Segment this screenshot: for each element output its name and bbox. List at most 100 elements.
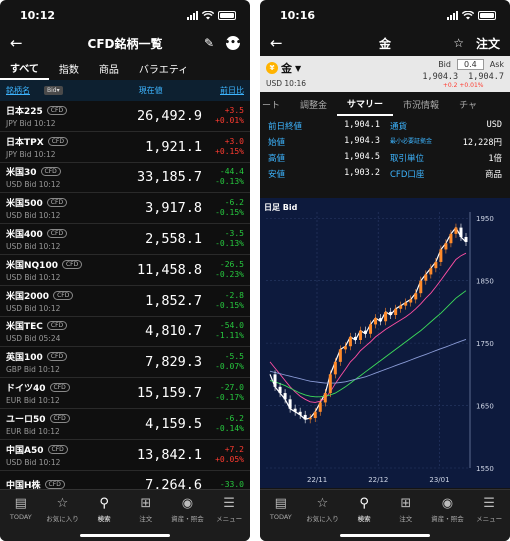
- cfd-badge: CFD: [44, 479, 65, 489]
- instrument-name: ドイツ40: [6, 384, 46, 395]
- more-options-icon[interactable]: •••: [224, 36, 242, 50]
- nav-today[interactable]: ▤ TODAY: [261, 496, 301, 541]
- instrument-sub: USD Bid 10:12: [6, 303, 61, 313]
- nav-assets[interactable]: ◉ 資産・照会: [167, 496, 207, 541]
- back-arrow-icon[interactable]: ←: [10, 34, 30, 52]
- nav-menu[interactable]: ☰ メニュー: [209, 496, 249, 541]
- favorite-star-icon[interactable]: ☆: [453, 36, 464, 50]
- instrument-change: +3.5 +0.01%: [215, 106, 244, 126]
- instrument-sub: USD Bid 10:12: [6, 242, 61, 252]
- instrument-name: 米国30: [6, 168, 37, 179]
- tab-commodity[interactable]: 商品: [89, 56, 129, 80]
- series-line: [269, 252, 467, 403]
- summary-label: CFD口座: [390, 170, 425, 180]
- instrument-change: -27.0 -0.17%: [215, 383, 244, 403]
- row-label-block: 米国NQ100 CFD USD Bid 10:12: [6, 258, 124, 282]
- symbol-selector[interactable]: ¥ 金 ▼: [266, 60, 306, 76]
- instrument-name: 米国TEC: [6, 322, 43, 333]
- wifi-icon: [202, 10, 214, 19]
- row-name-line: 米国TEC CFD: [6, 319, 124, 332]
- tab-index[interactable]: 指数: [49, 56, 89, 80]
- tab-chart[interactable]: チャ: [449, 92, 487, 116]
- row-name-line: 米国400 CFD: [6, 227, 124, 240]
- nav-label: 検索: [357, 515, 371, 523]
- edit-pencil-icon[interactable]: ✎: [204, 36, 214, 50]
- instrument-price: 33,185.7: [136, 169, 202, 186]
- bid-label: Bid: [438, 60, 451, 69]
- home-indicator: [340, 534, 430, 537]
- ask-price[interactable]: 1,904.7: [468, 72, 504, 82]
- nav-favorites-icon: ☆: [316, 496, 329, 511]
- table-row[interactable]: 米国400 CFD USD Bid 10:12 2,558.1 -3.5 -0.13%: [0, 224, 250, 255]
- instrument-sub: USD Bid 05:24: [6, 334, 61, 344]
- instrument-price: 4,159.5: [145, 415, 202, 432]
- table-row[interactable]: 米国NQ100 CFD USD Bid 10:12 11,458.8 -26.5 -0.2…: [0, 255, 250, 286]
- series-line: [269, 338, 467, 384]
- signal-icon: [187, 10, 198, 20]
- bid-selector[interactable]: Bid▾: [44, 86, 63, 95]
- row-name-line: 日本225 CFD: [6, 104, 124, 117]
- summary-value: 1,904.1: [344, 120, 380, 130]
- nav-label: お気に入り: [46, 515, 79, 523]
- instrument-change: +7.2 +0.05%: [215, 445, 244, 465]
- row-label-block: ドイツ40 CFD EUR Bid 10:12: [6, 381, 124, 405]
- nav-label: 注文: [139, 515, 153, 523]
- status-bar: 10:12: [0, 0, 250, 30]
- instrument-price: 4,810.7: [145, 323, 202, 340]
- table-row[interactable]: ドイツ40 CFD EUR Bid 10:12 15,159.7 -27.0 -0.17%: [0, 378, 250, 409]
- row-label-block: 日本225 CFD JPY Bid 10:12: [6, 104, 124, 128]
- price-chart[interactable]: 1550 1650 1750 1850 1950 22/11 22/12 23/01 日足 B…: [260, 198, 510, 488]
- instrument-price: 1,921.1: [145, 138, 202, 155]
- nav-menu[interactable]: ☰ メニュー: [469, 496, 509, 541]
- tab-market-info[interactable]: 市況情報: [393, 92, 449, 116]
- tab-chart-partial[interactable]: ート: [260, 92, 290, 116]
- tab-summary[interactable]: サマリー: [337, 92, 394, 116]
- table-row[interactable]: ユーロ50 CFD EUR Bid 10:12 4,159.5 -6.2 -0.14%: [0, 409, 250, 440]
- quote-bar: ¥ 金 ▼ USD 10:16 Bid 0.4 Ask 1,904.3 1,90…: [260, 56, 510, 92]
- instrument-name: 米国400: [6, 230, 43, 241]
- nav-today-icon: ▤: [274, 496, 287, 511]
- cfd-badge: CFD: [46, 321, 68, 331]
- x-tick-label: 23/01: [429, 476, 449, 484]
- summary-col-left: 前日終値 1,904.1 始値 1,904.3 高値 1,904.5 安値 1,903.…: [268, 120, 380, 180]
- table-row[interactable]: 米国500 CFD USD Bid 10:12 3,917.8 -6.2 -0.15%: [0, 193, 250, 225]
- table-row[interactable]: 日本225 CFD JPY Bid 10:12 26,492.9 +3.5 +0.01%: [0, 101, 250, 132]
- x-tick-label: 22/12: [368, 476, 388, 484]
- table-row[interactable]: 日本TPX CFD JPY Bid 10:12 1,921.1 +3.0 +0.15%: [0, 132, 250, 163]
- nav-favorites[interactable]: ☆ お気に入り: [42, 496, 82, 541]
- instrument-name: 米国2000: [6, 291, 50, 302]
- summary-grid: 前日終値 1,904.1 始値 1,904.3 高値 1,904.5 安値 1,903.…: [260, 116, 510, 184]
- tab-variety[interactable]: バラエティ: [129, 56, 198, 80]
- header-name[interactable]: 銘柄名: [6, 85, 30, 96]
- nav-today[interactable]: ▤ TODAY: [1, 496, 41, 541]
- nav-order-icon: ⊞: [140, 496, 152, 511]
- y-tick-label: 1650: [476, 403, 494, 411]
- header-change[interactable]: 前日比: [220, 85, 244, 96]
- nav-search-icon: ⚲: [99, 496, 109, 511]
- tab-all[interactable]: すべて: [0, 56, 49, 80]
- table-row[interactable]: 英国100 CFD GBP Bid 10:12 7,829.3 -5.5 -0.07%: [0, 347, 250, 379]
- change-percent: -0.15%: [215, 300, 244, 310]
- header-price[interactable]: 現在値: [139, 85, 163, 96]
- instrument-price: 13,842.1: [136, 446, 202, 463]
- nav-label: 検索: [97, 515, 111, 523]
- table-row[interactable]: 米国30 CFD USD Bid 10:12 33,185.7 -44.4 -0.13%: [0, 163, 250, 194]
- nav-favorites[interactable]: ☆ お気に入り: [302, 496, 342, 541]
- back-arrow-icon[interactable]: ←: [270, 34, 290, 52]
- order-button[interactable]: 注文: [476, 35, 500, 52]
- instrument-price: 26,492.9: [136, 107, 202, 124]
- change-percent: -0.13%: [215, 177, 244, 187]
- nav-label: 資産・照会: [171, 515, 204, 523]
- table-row[interactable]: 米国TEC CFD USD Bid 05:24 4,810.7 -54.0 -1.11%: [0, 317, 250, 348]
- bid-price[interactable]: 1,904.3: [422, 72, 458, 82]
- cfd-badge: CFD: [46, 352, 68, 362]
- nav-bar: ← CFD銘柄一覧 ✎ •••: [0, 30, 250, 56]
- change-value: +7.2: [224, 444, 244, 454]
- change-value: -3.5: [224, 229, 244, 239]
- summary-label: 高値: [268, 154, 286, 164]
- table-row[interactable]: 中国A50 CFD USD Bid 10:12 13,842.1 +7.2 +0.05%: [0, 440, 250, 471]
- table-row[interactable]: 米国2000 CFD USD Bid 10:12 1,852.7 -2.8 -0.15%: [0, 286, 250, 317]
- tab-adjustment[interactable]: 調整金: [290, 92, 337, 116]
- wifi-icon: [462, 10, 474, 19]
- nav-assets[interactable]: ◉ 資産・照会: [427, 496, 467, 541]
